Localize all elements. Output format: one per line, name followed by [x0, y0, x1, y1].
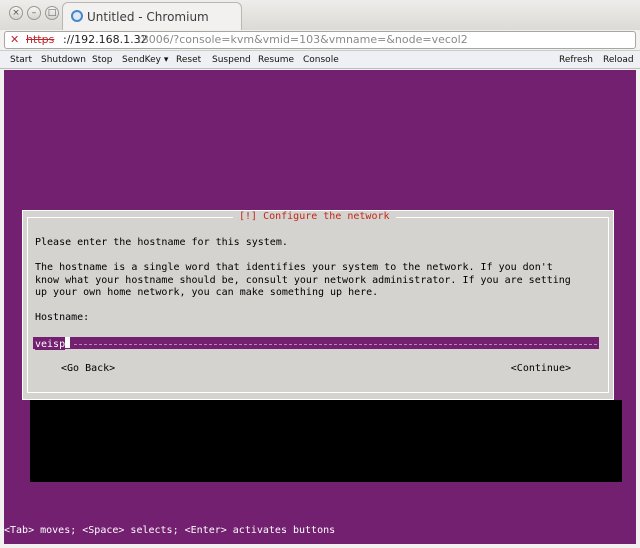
- configure-network-dialog: [!] Configure the network Please enter t…: [22, 210, 614, 400]
- hostname-input[interactable]: veisp: [33, 337, 599, 350]
- sendkey-menu[interactable]: SendKey ▾: [122, 55, 168, 65]
- continue-button[interactable]: <Continue>: [511, 363, 571, 374]
- reload-button[interactable]: Reload: [603, 55, 634, 65]
- stop-button[interactable]: Stop: [92, 55, 112, 65]
- chromium-icon: [71, 10, 83, 22]
- window-titlebar: × – □ Untitled - Chromium: [0, 0, 640, 30]
- hostname-label: Hostname:: [35, 312, 90, 323]
- url-scheme: https: [26, 33, 55, 46]
- hostname-prompt: Please enter the hostname for this syste…: [35, 237, 288, 248]
- hostname-value: veisp: [35, 339, 66, 350]
- refresh-button[interactable]: Refresh: [559, 55, 593, 65]
- insecure-lock-icon[interactable]: ✕: [10, 32, 19, 48]
- minimize-window-icon[interactable]: –: [27, 6, 41, 20]
- suspend-button[interactable]: Suspend: [212, 55, 251, 65]
- close-window-icon[interactable]: ×: [9, 6, 23, 20]
- shutdown-button[interactable]: Shutdown: [41, 55, 86, 65]
- start-button[interactable]: Start: [10, 55, 32, 65]
- console-button[interactable]: Console: [303, 55, 339, 65]
- text-cursor: [65, 337, 71, 348]
- url-host: ://192.168.1.32: [63, 33, 148, 46]
- browser-tab[interactable]: Untitled - Chromium: [62, 2, 242, 30]
- dialog-title: [!] Configure the network: [233, 211, 396, 222]
- url-input[interactable]: ✕ https ://192.168.1.32 :8006/?console=k…: [4, 31, 636, 49]
- field-fill: [74, 344, 597, 345]
- url-path: :8006/?console=kvm&vmid=103&vmname=&node…: [138, 33, 468, 46]
- tab-title: Untitled - Chromium: [87, 10, 209, 24]
- help-line: <Tab> moves; <Space> selects; <Enter> ac…: [4, 525, 336, 536]
- console-toolbar: Start Shutdown Stop SendKey ▾ Reset Susp…: [0, 50, 640, 69]
- address-bar: ✕ https ://192.168.1.32 :8006/?console=k…: [0, 30, 640, 50]
- resume-button[interactable]: Resume: [258, 55, 294, 65]
- reset-button[interactable]: Reset: [176, 55, 201, 65]
- maximize-window-icon[interactable]: □: [45, 6, 59, 20]
- vm-console-screen[interactable]: [!] Configure the network Please enter t…: [4, 70, 636, 544]
- go-back-button[interactable]: <Go Back>: [61, 363, 115, 374]
- hostname-description: The hostname is a single word that ident…: [35, 262, 571, 298]
- dialog-shadow: [30, 400, 622, 482]
